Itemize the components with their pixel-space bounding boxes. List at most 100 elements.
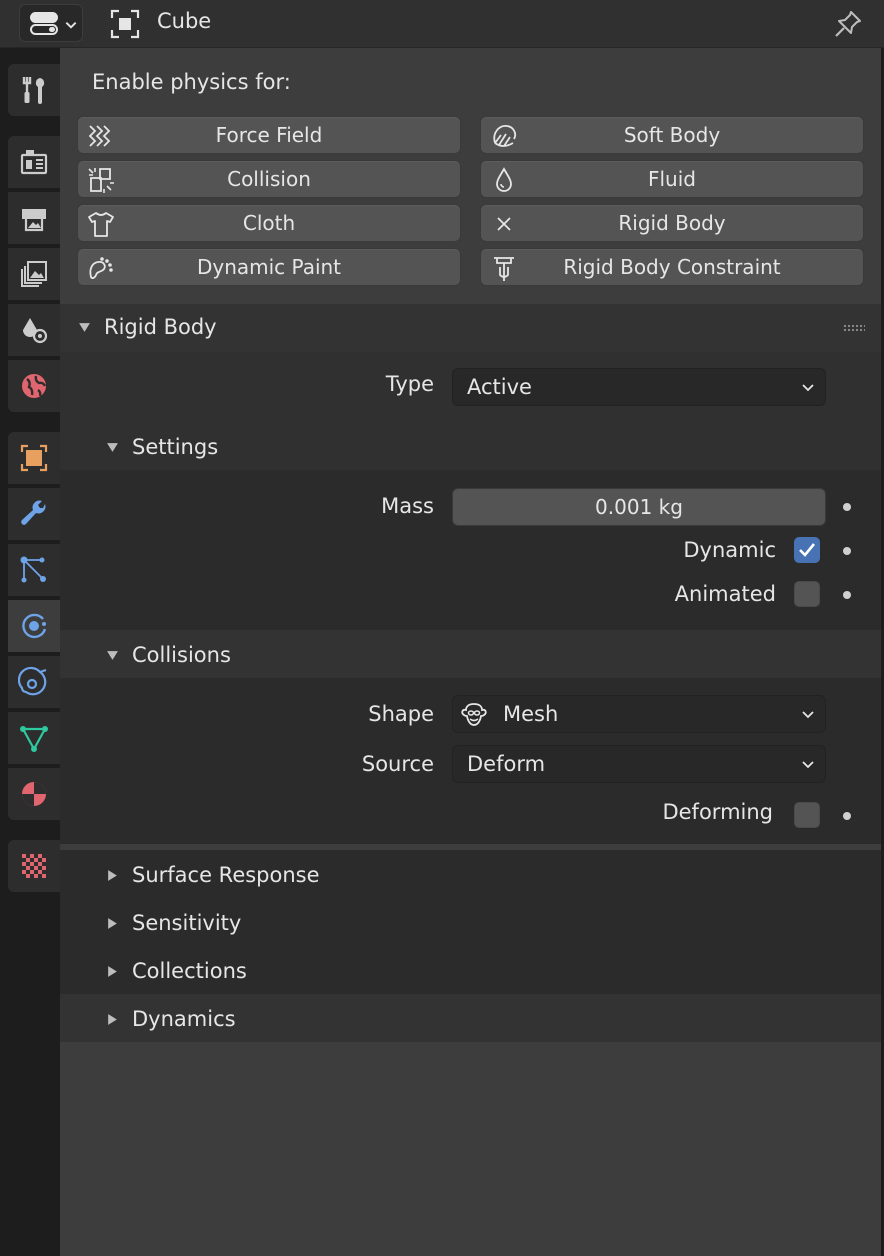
cloth-shirt-icon — [88, 212, 114, 237]
tab-tool[interactable] — [8, 64, 60, 116]
properties-main: Enable physics for: Force Field Soft Bod… — [60, 48, 884, 1256]
rigid-body-constraint-button[interactable]: Rigid Body Constraint — [480, 248, 864, 286]
mesh-data-icon — [20, 726, 48, 752]
deforming-checkbox[interactable] — [794, 802, 820, 828]
editor-type-dropdown[interactable] — [19, 4, 83, 42]
tab-data[interactable] — [8, 712, 60, 764]
collections-subpanel-header[interactable]: Collections — [60, 946, 881, 994]
collapse-triangle-icon — [79, 323, 90, 332]
dynamic-label: Dynamic — [683, 538, 776, 562]
object-name: Cube — [157, 9, 212, 33]
constraints-icon — [18, 666, 47, 696]
object-icon — [20, 444, 48, 472]
chevron-down-icon — [802, 711, 814, 719]
shape-label: Shape — [368, 702, 434, 726]
settings-title: Settings — [132, 435, 219, 459]
fluid-button[interactable]: Fluid — [480, 160, 864, 198]
texture-icon — [22, 854, 46, 878]
collision-button[interactable]: Collision — [77, 160, 461, 198]
animated-label: Animated — [674, 582, 776, 606]
tab-scene[interactable] — [8, 304, 60, 356]
sensitivity-title: Sensitivity — [132, 911, 242, 935]
source-label: Source — [361, 752, 434, 776]
settings-body: Mass 0.001 kg Dynamic Animated — [60, 470, 881, 630]
world-icon — [22, 374, 47, 398]
rigid-body-panel-title: Rigid Body — [104, 315, 217, 339]
collision-icon — [88, 168, 114, 193]
enable-physics-label: Enable physics for: — [92, 70, 291, 94]
monkey-mesh-icon — [461, 703, 487, 726]
keyframe-dot-icon[interactable] — [843, 812, 851, 820]
chevron-down-icon — [65, 22, 77, 29]
object-mode-icon — [110, 9, 140, 39]
force-field-icon — [88, 125, 111, 147]
rigid-body-panel-header[interactable]: Rigid Body — [60, 304, 881, 352]
view-layer-icon — [21, 261, 47, 287]
cloth-button[interactable]: Cloth — [77, 204, 461, 242]
tab-texture[interactable] — [8, 840, 60, 892]
pin-icon[interactable] — [832, 8, 864, 40]
tab-view-layer[interactable] — [8, 248, 60, 300]
tab-physics[interactable] — [8, 600, 60, 652]
output-icon — [22, 209, 46, 232]
deforming-label: Deforming — [662, 800, 773, 824]
checkmark-icon — [799, 543, 816, 557]
tab-output[interactable] — [8, 192, 60, 244]
collisions-title: Collisions — [132, 643, 231, 667]
mass-label: Mass — [381, 494, 434, 518]
surface-response-subpanel-header[interactable]: Surface Response — [60, 850, 881, 898]
settings-subpanel-header[interactable]: Settings — [60, 422, 881, 470]
scene-icon — [23, 318, 48, 344]
particles-icon — [20, 556, 46, 583]
expand-triangle-icon — [108, 966, 117, 977]
rigid-body-constraint-icon — [494, 257, 514, 281]
type-label: Type — [385, 372, 434, 396]
collections-title: Collections — [132, 959, 247, 983]
dynamics-title: Dynamics — [132, 1007, 236, 1031]
dynamic-paint-button[interactable]: Dynamic Paint — [77, 248, 461, 286]
chevron-down-icon — [802, 384, 814, 392]
surface-response-title: Surface Response — [132, 863, 320, 887]
force-field-button[interactable]: Force Field — [77, 116, 461, 154]
wrench-icon — [21, 500, 46, 525]
dynamic-checkbox[interactable] — [794, 537, 820, 563]
type-dropdown[interactable]: Active — [452, 368, 826, 406]
close-x-icon — [497, 217, 511, 231]
tab-constraints[interactable] — [8, 656, 60, 708]
keyframe-dot-icon[interactable] — [843, 503, 851, 511]
collapse-triangle-icon — [107, 651, 118, 660]
toggle-icon — [30, 12, 58, 23]
tab-render[interactable] — [8, 136, 60, 188]
dynamics-subpanel-header[interactable]: Dynamics — [60, 994, 881, 1042]
mass-field[interactable]: 0.001 kg — [452, 488, 826, 526]
shape-dropdown[interactable]: Mesh — [452, 695, 826, 733]
soft-body-icon — [493, 125, 517, 147]
source-dropdown[interactable]: Deform — [452, 745, 826, 783]
rigid-body-type-row: Type Active — [60, 352, 881, 422]
tab-modifiers[interactable] — [8, 488, 60, 540]
keyframe-dot-icon[interactable] — [843, 591, 851, 599]
material-icon — [22, 782, 46, 806]
sensitivity-subpanel-header[interactable]: Sensitivity — [60, 898, 881, 946]
tab-particles[interactable] — [8, 544, 60, 596]
expand-triangle-icon — [108, 870, 117, 881]
expand-triangle-icon — [108, 1014, 117, 1025]
properties-tabs — [0, 48, 60, 1256]
render-icon — [20, 150, 48, 175]
tool-icon — [22, 77, 45, 104]
drag-grip-icon[interactable] — [843, 324, 865, 332]
properties-header: Cube — [0, 0, 884, 48]
expand-triangle-icon — [108, 918, 117, 929]
dynamic-paint-icon — [89, 257, 113, 279]
physics-icon — [22, 613, 47, 639]
chevron-down-icon — [802, 761, 814, 769]
tab-object[interactable] — [8, 432, 60, 484]
fluid-drop-icon — [496, 167, 512, 192]
keyframe-dot-icon[interactable] — [843, 547, 851, 555]
collisions-subpanel-header[interactable]: Collisions — [60, 630, 881, 678]
soft-body-button[interactable]: Soft Body — [480, 116, 864, 154]
animated-checkbox[interactable] — [794, 581, 820, 607]
tab-material[interactable] — [8, 768, 60, 820]
tab-world[interactable] — [8, 360, 60, 412]
rigid-body-button[interactable]: Rigid Body — [480, 204, 864, 242]
